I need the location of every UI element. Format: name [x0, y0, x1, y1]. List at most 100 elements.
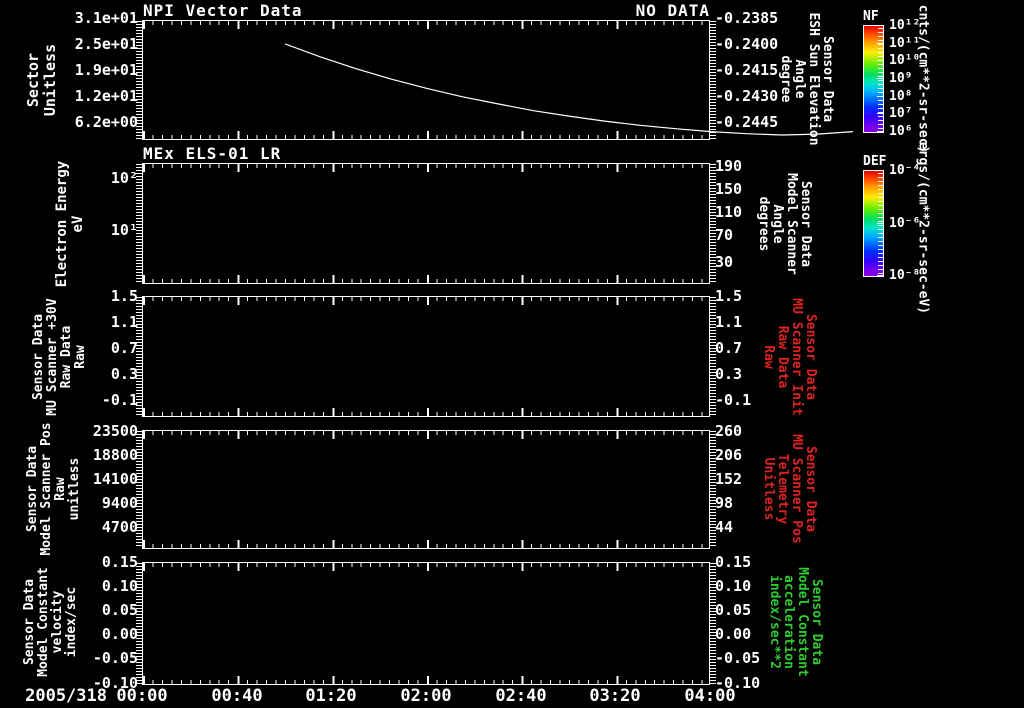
y-ticks-left — [136, 164, 142, 283]
colorbar-major-tick — [877, 131, 884, 132]
colorbar-major-tick — [877, 223, 884, 224]
colorbar-tick-label: 10⁻⁶ — [889, 216, 921, 231]
colorbar-tick-label: 10⁻⁸ — [889, 268, 921, 283]
y-ticks-right — [710, 431, 716, 548]
no-data-label: NO DATA — [635, 1, 710, 20]
panel-model-constant — [136, 562, 716, 685]
colorbar-nf-gradient — [863, 25, 884, 133]
y-ticks-right — [710, 21, 716, 139]
x-ticks-bottom — [143, 540, 709, 548]
ytick-label-left: 0.05 — [101, 601, 138, 619]
ytick-label-right: 152 — [715, 470, 743, 488]
ytick-label-right: 260 — [715, 422, 743, 440]
colorbar-major-tick — [877, 43, 884, 44]
plot-stage: NPI Vector Data NO DATA MEx ELS-01 LR Se… — [0, 0, 1024, 708]
ytick-label-right: 0.05 — [715, 601, 752, 619]
ytick-label-right: 0.7 — [715, 339, 743, 357]
x-ticks-bottom — [143, 275, 709, 283]
ytick-label-right: -0.1 — [715, 391, 752, 409]
ytick-label-left: 1.5 — [110, 287, 138, 305]
y-ticks-right — [710, 164, 716, 283]
ytick-label-left: 1.2e+01 — [74, 87, 138, 105]
colorbar-major-tick — [877, 170, 884, 171]
ytick-label-right: -0.2385 — [715, 9, 779, 27]
panel1-title: NPI Vector Data — [143, 1, 303, 20]
y-ticks-right — [710, 297, 716, 416]
ytick-label-right: 98 — [715, 494, 734, 512]
ytick-label-right: 44 — [715, 518, 734, 536]
colorbar-tick-label: 10⁻⁴ — [889, 163, 921, 178]
ytick-label-left: 9400 — [101, 494, 138, 512]
colorbar-tick-label: 10⁸ — [889, 89, 913, 104]
sector-decay-curve — [285, 43, 853, 136]
ytick-label-right: 1.1 — [715, 313, 743, 331]
ytick-label-right: 1.5 — [715, 287, 743, 305]
ytick-label-left: 1.1 — [110, 313, 138, 331]
y-ticks-left — [136, 297, 142, 416]
x-ticks-bottom — [143, 131, 709, 139]
ytick-label-left: 10² — [110, 169, 138, 187]
axis-label-model-scanner-pos: Sensor Data Model Scanner Pos Raw unitle… — [25, 422, 82, 556]
ytick-label-right: 206 — [715, 446, 743, 464]
ytick-label-left: 1.9e+01 — [74, 61, 138, 79]
axis-label-mu-scanner-pos: Sensor Data MU Scanner Pos Telemetry Uni… — [761, 434, 818, 544]
ytick-label-left: 14100 — [92, 470, 138, 488]
colorbar-tick-label: 10¹² — [889, 18, 921, 33]
ytick-label-left: -0.1 — [101, 391, 138, 409]
colorbar-tick-label: 10¹¹ — [889, 36, 921, 51]
axis-label-model-constant-accel: Sensor Data Model Constant acceleration … — [767, 567, 824, 677]
colorbar-tick-label: 10⁷ — [889, 106, 913, 121]
axis-label-mu-scanner-init: Sensor Data MU Scanner Init Raw Data Raw — [761, 298, 818, 416]
x-ticks-top — [143, 563, 709, 571]
ytick-label-left: 4700 — [101, 518, 138, 536]
time-tick-label: 03:20 — [589, 686, 641, 706]
time-tick-label: 00:00 — [116, 686, 168, 706]
ytick-label-right: -0.05 — [715, 649, 761, 667]
ytick-label-left: 0.15 — [101, 553, 138, 571]
time-tick-label: 04:00 — [684, 686, 736, 706]
ytick-label-left: 0.3 — [110, 365, 138, 383]
axis-label-scanner-angle: Sensor Data Model Scanner Angle degrees — [756, 173, 813, 275]
x-ticks-top — [143, 21, 709, 29]
ytick-label-left: -0.05 — [92, 649, 138, 667]
ytick-label-left: 6.2e+00 — [74, 113, 138, 131]
ytick-label-right: 30 — [715, 253, 734, 271]
colorbar-tick-label: 10⁶ — [889, 124, 913, 139]
panel-npi-sector — [136, 20, 853, 140]
ytick-label-right: 0.3 — [715, 365, 743, 383]
panel-model-scanner-pos — [136, 430, 716, 549]
els-spectrogram-heatmap — [180, 164, 708, 283]
ytick-label-left: 18800 — [92, 446, 138, 464]
ytick-label-right: 70 — [715, 226, 734, 244]
time-tick-label: 00:40 — [211, 686, 263, 706]
colorbar-tick-label: 10¹⁰ — [889, 53, 921, 68]
x-ticks-top — [143, 431, 709, 439]
colorbar-major-tick — [877, 60, 884, 61]
colorbar-major-tick — [877, 78, 884, 79]
y-ticks-right — [710, 563, 716, 684]
x-ticks-top — [143, 164, 709, 172]
ytick-label-left: 3.1e+01 — [74, 9, 138, 27]
x-ticks-bottom — [143, 408, 709, 416]
x-ticks-top — [143, 297, 709, 305]
y-ticks-left — [136, 21, 142, 139]
time-tick-label: 02:00 — [400, 686, 452, 706]
time-tick-label: 02:40 — [495, 686, 547, 706]
time-tick-label: 01:20 — [305, 686, 357, 706]
ytick-label-right: 110 — [715, 203, 743, 221]
ytick-label-left: 0.7 — [110, 339, 138, 357]
ytick-label-left: 23500 — [92, 422, 138, 440]
colorbar-major-tick — [877, 96, 884, 97]
axis-label-sector: Sector Unitless — [24, 43, 59, 117]
ytick-label-right: 0.10 — [715, 577, 752, 595]
ytick-label-left: 10¹ — [110, 221, 138, 239]
ytick-label-right: 0.15 — [715, 553, 752, 571]
ytick-label-left: 0.10 — [101, 577, 138, 595]
y-ticks-left — [136, 431, 142, 548]
colorbar-major-tick — [877, 275, 884, 276]
panel2-title: MEx ELS-01 LR — [143, 144, 282, 163]
panel-mu-scanner-30v — [136, 296, 716, 417]
colorbar-major-tick — [877, 25, 884, 26]
ytick-label-left: 0.00 — [101, 625, 138, 643]
colorbar-major-tick — [877, 113, 884, 114]
